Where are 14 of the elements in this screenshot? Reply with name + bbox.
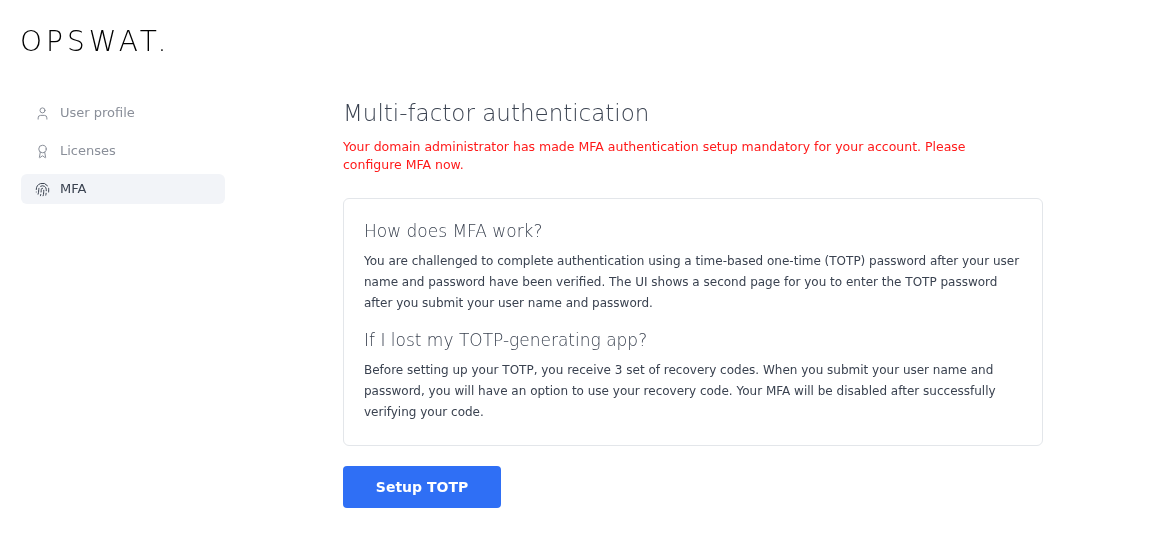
sidebar-item[interactable]: Licenses <box>21 136 225 166</box>
setup-totp-button[interactable]: Setup TOTP <box>343 466 501 508</box>
fingerprint-icon <box>35 181 50 197</box>
sidebar-item[interactable]: MFA <box>21 174 225 204</box>
section-heading: How does MFA work? <box>364 220 544 243</box>
page-title: Multi-factor authentication <box>343 99 651 128</box>
person-icon <box>35 105 50 121</box>
award-icon <box>35 143 50 159</box>
section-text: Before setting up your TOTP, you receive 3 set of recovery codes. When you submit your user name and password, you will have an option to use your recovery code. Your MFA will be disabled after successfully verifying your code. <box>364 362 997 421</box>
sidebar-item[interactable]: User profile <box>21 98 225 128</box>
logo: OPSWAT. <box>20 28 171 56</box>
section-heading: If I lost my TOTP-generating app? <box>364 329 649 352</box>
warning-message: Your domain administrator has made MFA authentication setup mandatory for your account. Please configure MFA now. <box>343 138 967 174</box>
section-text: You are challenged to complete authentication using a time-based one-time (TOTP) password after your user name and password have been verified. The UI shows a second page for you to enter the TOTP password after you submit your user name and password. <box>364 253 1021 312</box>
